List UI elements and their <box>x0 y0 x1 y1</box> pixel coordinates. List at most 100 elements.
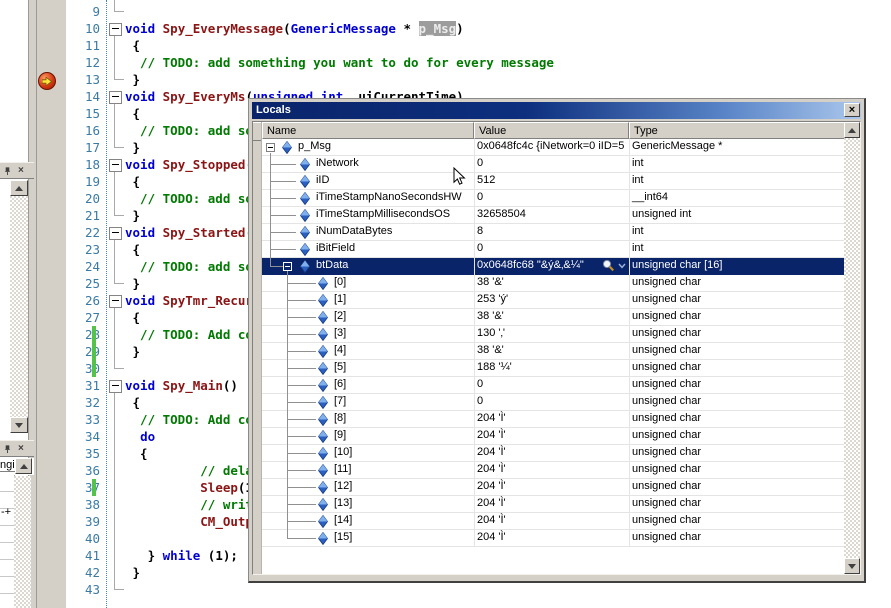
value-cell[interactable]: 0x0648fc4c {iNetwork=0 iID=5 <box>474 139 629 155</box>
value-cell[interactable]: 0 <box>474 241 629 257</box>
value-cell[interactable]: 188 '¼' <box>474 360 629 376</box>
collapse-box[interactable] <box>109 91 122 104</box>
locals-row[interactable]: [7]0unsigned char <box>262 394 844 411</box>
code-line[interactable]: // TODO: add something you want to do fo… <box>125 54 554 71</box>
value-cell[interactable]: 8 <box>474 224 629 240</box>
code-line[interactable]: void Spy_EveryMessage(GenericMessage * p… <box>125 20 464 37</box>
locals-row[interactable]: iID512int <box>262 173 844 190</box>
locals-row[interactable]: [13]204 'Ì'unsigned char <box>262 496 844 513</box>
locals-row[interactable]: btData0x0648fc68 "&ý&‚&¼"unsigned char [… <box>262 258 844 275</box>
code-line[interactable]: } <box>125 207 140 224</box>
column-header-type[interactable]: Type <box>629 122 847 139</box>
value-cell[interactable]: 204 'Ì' <box>474 479 629 495</box>
scroll-up-button[interactable] <box>10 180 28 196</box>
variable-icon <box>318 532 328 545</box>
locals-row[interactable]: iTimeStampMillisecondsOS32658504unsigned… <box>262 207 844 224</box>
dock-close-icon[interactable]: × <box>18 443 24 454</box>
scroll-up-button[interactable] <box>844 122 860 138</box>
expand-box[interactable] <box>266 143 275 152</box>
value-cell[interactable]: 0x0648fc68 "&ý&‚&¼" <box>474 258 629 274</box>
code-line[interactable]: { <box>125 105 140 122</box>
value-cell[interactable]: 38 '&' <box>474 275 629 291</box>
line-number: 25 <box>64 275 100 292</box>
code-line[interactable]: } <box>125 564 140 581</box>
locals-row[interactable]: [2]38 '&'unsigned char <box>262 309 844 326</box>
close-icon[interactable]: × <box>844 103 860 117</box>
code-line[interactable]: { <box>125 173 140 190</box>
value-cell[interactable]: 204 'Ì' <box>474 513 629 529</box>
locals-row[interactable]: [9]204 'Ì'unsigned char <box>262 428 844 445</box>
value-cell[interactable]: 204 'Ì' <box>474 411 629 427</box>
value-cell[interactable]: 0 <box>474 394 629 410</box>
locals-scrollbar[interactable] <box>844 122 860 574</box>
dock-scrollbar-1[interactable] <box>10 180 28 433</box>
locals-row[interactable]: [10]204 'Ì'unsigned char <box>262 445 844 462</box>
value-cell[interactable]: 130 '‚' <box>474 326 629 342</box>
value-cell[interactable]: 32658504 <box>474 207 629 223</box>
scroll-up-button[interactable] <box>15 458 32 474</box>
value-cell[interactable]: 38 '&' <box>474 343 629 359</box>
value-cell[interactable]: 204 'Ì' <box>474 428 629 444</box>
collapse-box[interactable] <box>109 23 122 36</box>
locals-row[interactable]: iNumDataBytes8int <box>262 224 844 241</box>
code-line[interactable]: { <box>125 309 140 326</box>
breakpoint-margin[interactable] <box>36 0 66 608</box>
scroll-down-button[interactable] <box>10 417 28 433</box>
locals-row[interactable]: [5]188 '¼'unsigned char <box>262 360 844 377</box>
value-cell[interactable]: 204 'Ì' <box>474 530 629 546</box>
value-cell[interactable]: 204 'Ì' <box>474 462 629 478</box>
locals-titlebar[interactable]: Locals × <box>252 102 861 119</box>
value-cell[interactable]: 0 <box>474 377 629 393</box>
code-line[interactable]: // write <box>125 496 260 513</box>
locals-row[interactable]: [11]204 'Ì'unsigned char <box>262 462 844 479</box>
locals-row[interactable]: iTimeStampNanoSecondsHW0__int64 <box>262 190 844 207</box>
code-line[interactable]: } <box>125 139 140 156</box>
locals-row[interactable]: [14]204 'Ì'unsigned char <box>262 513 844 530</box>
pin-icon[interactable] <box>3 166 12 176</box>
scroll-down-button[interactable] <box>844 558 860 574</box>
collapse-box[interactable] <box>109 159 122 172</box>
expand-box[interactable] <box>283 262 292 271</box>
locals-row[interactable]: [3]130 '‚'unsigned char <box>262 326 844 343</box>
code-line[interactable]: { <box>125 394 140 411</box>
code-line[interactable]: } <box>125 343 140 360</box>
code-line[interactable]: do <box>125 428 155 445</box>
locals-row[interactable]: iNetwork0int <box>262 156 844 173</box>
value-cell[interactable]: 204 'Ì' <box>474 496 629 512</box>
locals-row[interactable]: iBitField0int <box>262 241 844 258</box>
locals-row[interactable]: [0]38 '&'unsigned char <box>262 275 844 292</box>
code-line[interactable]: } while (1); <box>125 547 238 564</box>
locals-row[interactable]: [6]0unsigned char <box>262 377 844 394</box>
code-line[interactable]: { <box>125 241 140 258</box>
collapse-box[interactable] <box>109 227 122 240</box>
code-line[interactable]: void Spy_Main() <box>125 377 238 394</box>
pin-icon[interactable] <box>3 444 12 454</box>
locals-row[interactable]: p_Msg0x0648fc4c {iNetwork=0 iID=5Generic… <box>262 139 844 156</box>
value-cell[interactable]: 0 <box>474 156 629 172</box>
code-line[interactable]: { <box>125 445 148 462</box>
column-header-value[interactable]: Value <box>474 122 629 139</box>
magnifier-dropdown-icon[interactable] <box>601 259 627 273</box>
code-line[interactable]: } <box>125 71 140 88</box>
code-line[interactable]: // delay <box>125 462 260 479</box>
dock-close-icon[interactable]: × <box>18 165 24 176</box>
value-cell[interactable]: 204 'Ì' <box>474 445 629 461</box>
code-line[interactable]: } <box>125 275 140 292</box>
locals-row[interactable]: [1]253 'ý'unsigned char <box>262 292 844 309</box>
breakpoint-current-arrow-icon[interactable] <box>38 72 56 90</box>
locals-row[interactable]: [12]204 'Ì'unsigned char <box>262 479 844 496</box>
code-line[interactable]: { <box>125 37 140 54</box>
locals-row[interactable]: [4]38 '&'unsigned char <box>262 343 844 360</box>
value-cell[interactable]: 253 'ý' <box>474 292 629 308</box>
collapse-box[interactable] <box>109 380 122 393</box>
dock-scrollbar-2[interactable] <box>14 476 31 608</box>
locals-row[interactable]: [15]204 'Ì'unsigned char <box>262 530 844 547</box>
locals-row[interactable]: [8]204 'Ì'unsigned char <box>262 411 844 428</box>
scrollbar-track[interactable] <box>844 138 860 558</box>
value-cell[interactable]: 0 <box>474 190 629 206</box>
value-cell[interactable]: 512 <box>474 173 629 189</box>
dock-mini-titlebar-2: × <box>0 440 34 457</box>
value-cell[interactable]: 38 '&' <box>474 309 629 325</box>
collapse-box[interactable] <box>109 295 122 308</box>
column-header-name[interactable]: Name <box>262 122 474 139</box>
